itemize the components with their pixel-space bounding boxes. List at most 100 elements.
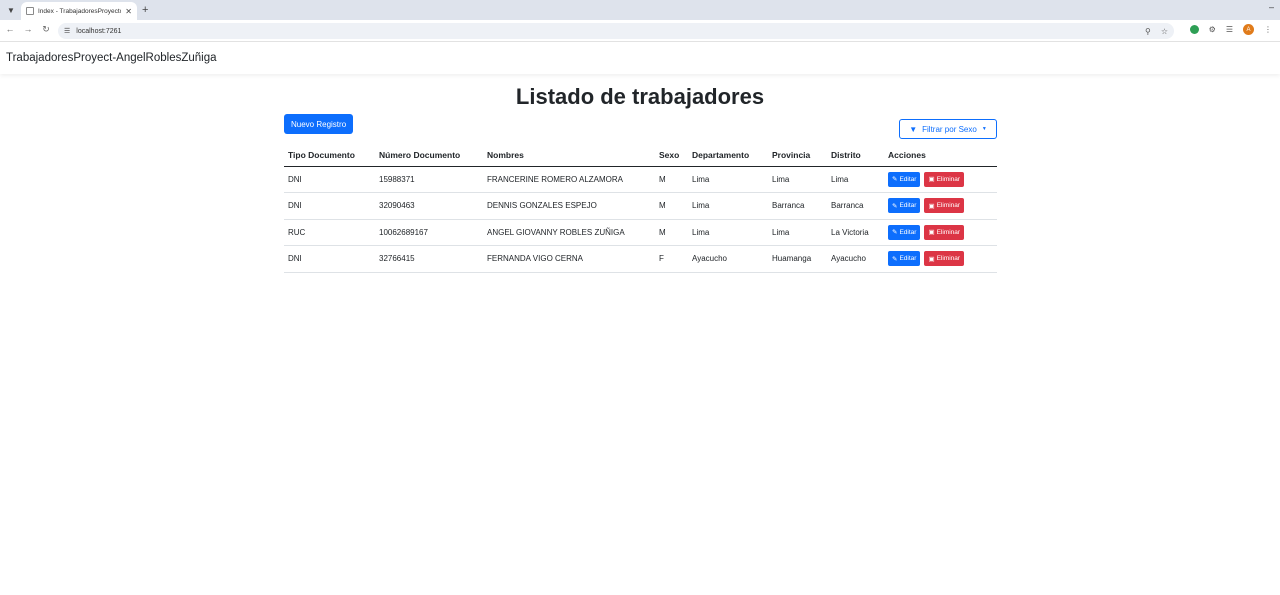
cell-provincia: Lima xyxy=(768,166,827,193)
delete-button[interactable]: ▣ Eliminar xyxy=(924,224,965,240)
cell-departamento: Lima xyxy=(688,219,768,246)
cell-sexo: M xyxy=(655,219,688,246)
cell-departamento: Ayacucho xyxy=(688,245,768,273)
cell-tipo-documento: DNI xyxy=(284,166,375,193)
table-row: DNI 32090463 DENNIS GONZALES ESPEJO M Li… xyxy=(284,192,997,220)
header-sexo: Sexo xyxy=(655,145,688,167)
tab-title: Index - TrabajadoresProyecto A xyxy=(38,7,122,15)
minimize-icon[interactable]: – xyxy=(1269,2,1274,12)
cell-sexo: F xyxy=(655,245,688,273)
delete-button-label: Eliminar xyxy=(936,255,961,263)
window-controls: – xyxy=(1269,2,1274,12)
app-navbar: TrabajadoresProyect-AngelRoblesZuñiga xyxy=(0,42,1280,74)
trash-icon: ▣ xyxy=(928,202,935,210)
cell-acciones: ✎ Editar ▣ Eliminar xyxy=(884,219,997,246)
filter-button-label: Filtrar por Sexo xyxy=(922,124,977,134)
delete-button-label: Eliminar xyxy=(936,228,961,236)
new-tab-plus-icon[interactable]: + xyxy=(142,3,148,17)
trash-icon: ▣ xyxy=(928,229,935,237)
delete-button-label: Eliminar xyxy=(936,175,961,183)
browser-tab[interactable]: Index - TrabajadoresProyecto A ✕ xyxy=(21,2,137,20)
edit-icon: ✎ xyxy=(892,255,898,263)
edit-icon: ✎ xyxy=(892,176,898,184)
cell-acciones: ✎ Editar ▣ Eliminar xyxy=(884,166,997,193)
delete-button[interactable]: ▣ Eliminar xyxy=(924,198,965,214)
browser-tabstrip: ▼ Index - TrabajadoresProyecto A ✕ + – xyxy=(0,0,1280,20)
cell-provincia: Huamanga xyxy=(768,245,827,273)
delete-button[interactable]: ▣ Eliminar xyxy=(924,171,965,187)
browser-menu-icon[interactable]: ⋮ xyxy=(1264,25,1272,34)
new-record-button[interactable]: Nuevo Registro xyxy=(284,114,354,134)
cell-nombres: ANGEL GIOVANNY ROBLES ZUÑIGA xyxy=(483,219,655,246)
cell-distrito: La Victoria xyxy=(827,219,884,246)
cell-tipo-documento: DNI xyxy=(284,245,375,273)
zoom-icon[interactable]: ⚲ xyxy=(1145,27,1151,36)
cell-sexo: M xyxy=(655,166,688,193)
delete-button-label: Eliminar xyxy=(936,202,961,210)
cell-distrito: Lima xyxy=(827,166,884,193)
edit-button[interactable]: ✎ Editar xyxy=(888,251,921,267)
delete-button[interactable]: ▣ Eliminar xyxy=(924,251,965,267)
edit-button[interactable]: ✎ Editar xyxy=(888,224,921,240)
tab-close-icon[interactable]: ✕ xyxy=(125,7,132,16)
edit-button-label: Editar xyxy=(899,228,917,236)
header-tipo-documento: Tipo Documento xyxy=(284,145,375,167)
edit-icon: ✎ xyxy=(892,202,898,210)
header-provincia: Provincia xyxy=(768,145,827,167)
cell-tipo-documento: RUC xyxy=(284,219,375,246)
header-numero-documento: Número Documento xyxy=(375,145,483,167)
cell-provincia: Lima xyxy=(768,219,827,246)
cell-acciones: ✎ Editar ▣ Eliminar xyxy=(884,192,997,220)
navbar-brand[interactable]: TrabajadoresProyect-AngelRoblesZuñiga xyxy=(6,52,217,64)
header-distrito: Distrito xyxy=(827,145,884,167)
table-header-row: Tipo Documento Número Documento Nombres … xyxy=(284,145,997,167)
cell-numero-documento: 32766415 xyxy=(375,245,483,273)
trash-icon: ▣ xyxy=(928,176,935,184)
profile-avatar[interactable]: A xyxy=(1243,24,1254,35)
reload-icon[interactable]: ↻ xyxy=(40,24,52,35)
edit-button[interactable]: ✎ Editar xyxy=(888,171,921,187)
header-nombres: Nombres xyxy=(483,145,655,167)
cell-provincia: Barranca xyxy=(768,192,827,220)
header-acciones: Acciones xyxy=(884,145,997,167)
cell-departamento: Lima xyxy=(688,166,768,193)
cell-numero-documento: 10062689167 xyxy=(375,219,483,246)
address-bar[interactable]: ☰ localhost:7261 ⚲ ☆ xyxy=(58,23,1174,39)
cell-numero-documento: 15988371 xyxy=(375,166,483,193)
workers-table: Tipo Documento Número Documento Nombres … xyxy=(284,145,997,273)
cell-departamento: Lima xyxy=(688,192,768,220)
trash-icon: ▣ xyxy=(928,255,935,263)
back-arrow-icon[interactable]: ← xyxy=(4,24,16,34)
table-row: RUC 10062689167 ANGEL GIOVANNY ROBLES ZU… xyxy=(284,219,997,246)
filter-icon: ▼ xyxy=(909,124,918,134)
table-row: DNI 32766415 FERNANDA VIGO CERNA F Ayacu… xyxy=(284,245,997,273)
cell-acciones: ✎ Editar ▣ Eliminar xyxy=(884,245,997,273)
cell-numero-documento: 32090463 xyxy=(375,192,483,220)
table-row: DNI 15988371 FRANCERINE ROMERO ALZAMORA … xyxy=(284,166,997,193)
forward-arrow-icon[interactable]: → xyxy=(22,24,34,34)
extension-green-icon[interactable] xyxy=(1189,25,1199,34)
page-favicon-icon xyxy=(26,7,34,15)
edit-button-label: Editar xyxy=(899,175,917,183)
browser-toolbar: ← → ↻ ☰ localhost:7261 ⚲ ☆ ⚙ ☰ A ⋮ xyxy=(0,20,1280,42)
tab-media-icon[interactable]: ☰ xyxy=(1226,25,1233,34)
extensions-puzzle-icon[interactable]: ⚙ xyxy=(1209,25,1216,34)
page-title: Listado de trabajadores xyxy=(515,84,765,109)
address-url[interactable]: localhost:7261 xyxy=(76,28,1139,35)
tab-search-chevron-icon[interactable]: ▼ xyxy=(4,3,18,17)
cell-distrito: Ayacucho xyxy=(827,245,884,273)
cell-sexo: M xyxy=(655,192,688,220)
edit-button-label: Editar xyxy=(899,255,917,263)
edit-icon: ✎ xyxy=(892,229,898,237)
header-departamento: Departamento xyxy=(688,145,768,167)
bookmark-star-icon[interactable]: ☆ xyxy=(1161,27,1168,36)
site-info-icon[interactable]: ☰ xyxy=(64,27,70,35)
cell-nombres: DENNIS GONZALES ESPEJO xyxy=(483,192,655,220)
cell-nombres: FRANCERINE ROMERO ALZAMORA xyxy=(483,166,655,193)
edit-button[interactable]: ✎ Editar xyxy=(888,198,921,214)
cell-nombres: FERNANDA VIGO CERNA xyxy=(483,245,655,273)
cell-tipo-documento: DNI xyxy=(284,192,375,220)
edit-button-label: Editar xyxy=(899,202,917,210)
cell-distrito: Barranca xyxy=(827,192,884,220)
filter-by-sex-dropdown[interactable]: ▼ Filtrar por Sexo ▼ xyxy=(899,119,997,139)
